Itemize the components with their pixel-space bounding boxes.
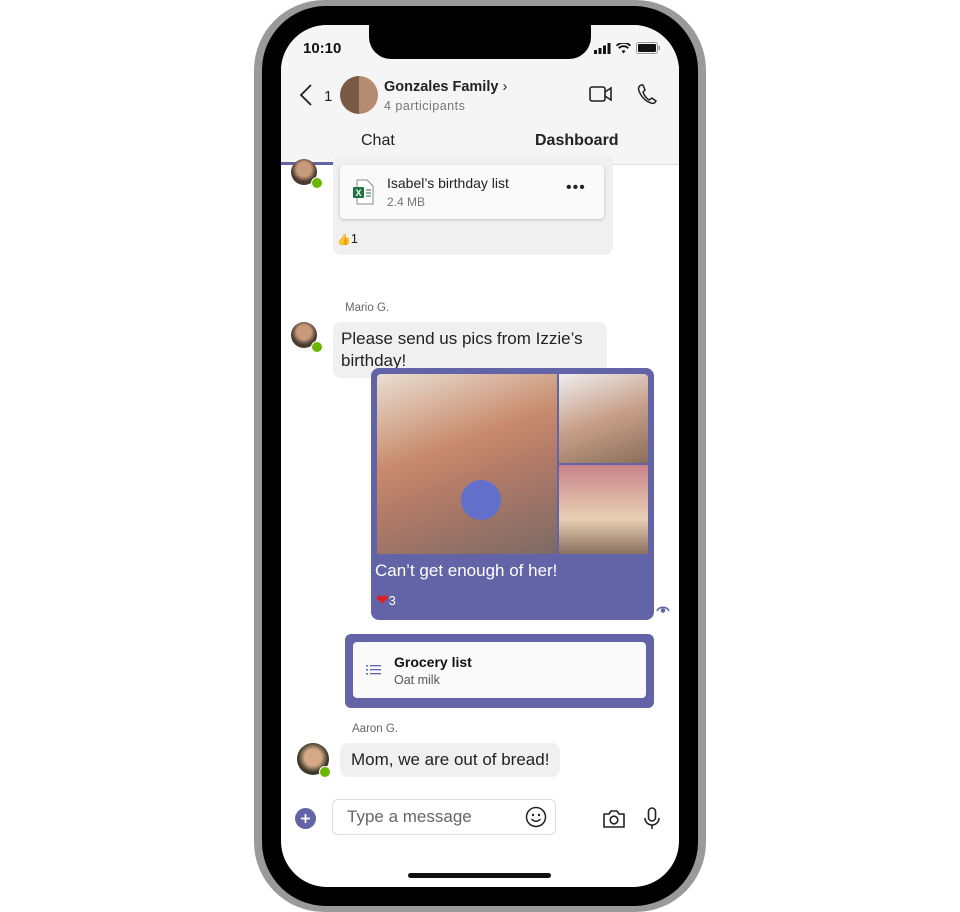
grocery-list-card[interactable]: Grocery list Oat milk xyxy=(345,634,654,708)
text-message: Mom, we are out of bread! xyxy=(340,743,561,777)
photo-thumbnail[interactable] xyxy=(559,465,648,554)
message-text: Mom, we are out of bread! xyxy=(351,750,550,769)
video-camera-icon xyxy=(589,86,612,102)
photo-main[interactable] xyxy=(377,374,557,554)
microphone-icon[interactable] xyxy=(643,807,661,831)
presence-available-icon xyxy=(311,177,323,189)
sender-name: Aaron G. xyxy=(352,723,399,735)
phone-screen: 10:10 1 Gonzales Family › 4 participants… xyxy=(281,25,679,887)
file-name: Isabel’s birthday list xyxy=(387,175,509,191)
file-message: X Isabel’s birthday list 2.4 MB ••• 👍1 xyxy=(333,155,613,255)
chevron-right-icon: › xyxy=(502,79,508,95)
home-indicator[interactable] xyxy=(408,873,551,878)
plus-icon xyxy=(301,814,310,823)
status-time: 10:10 xyxy=(303,40,342,57)
participants-count: 4 participants xyxy=(384,99,466,113)
photo-overlay-circle xyxy=(461,480,501,520)
emoji-icon[interactable] xyxy=(525,806,547,828)
photo-thumbnail[interactable] xyxy=(559,374,648,463)
photo-message: Can’t get enough of her! ❤3 xyxy=(371,368,654,620)
list-icon xyxy=(366,665,381,675)
thumbs-up-icon: 👍 xyxy=(337,234,351,246)
chat-header: 10:10 1 Gonzales Family › 4 participants… xyxy=(281,25,679,165)
add-button[interactable] xyxy=(295,808,316,829)
sender-name: Mario G. xyxy=(345,302,390,314)
more-options-button[interactable]: ••• xyxy=(566,179,586,197)
heart-icon: ❤ xyxy=(376,592,389,609)
reaction-heart[interactable]: ❤3 xyxy=(376,591,396,609)
phone-notch xyxy=(369,25,591,59)
video-call-button[interactable] xyxy=(589,85,613,108)
presence-available-icon xyxy=(311,341,323,353)
svg-text:X: X xyxy=(355,188,361,198)
message-input[interactable] xyxy=(345,806,529,828)
chat-title-text: Gonzales Family xyxy=(384,79,499,95)
card-title: Grocery list xyxy=(394,654,472,670)
card-subtitle: Oat milk xyxy=(394,673,440,687)
message-input-box[interactable] xyxy=(332,799,556,835)
reaction-count: 1 xyxy=(350,231,358,246)
compose-bar xyxy=(281,795,679,845)
tab-dashboard[interactable]: Dashboard xyxy=(535,132,619,150)
grocery-list-content: Grocery list Oat milk xyxy=(353,642,646,698)
wifi-icon xyxy=(616,42,631,53)
back-button[interactable] xyxy=(299,83,313,114)
chat-title[interactable]: Gonzales Family › xyxy=(384,79,507,95)
phone-icon xyxy=(637,84,657,105)
message-text: Please send us pics from Izzie’s birthda… xyxy=(341,329,583,370)
photo-caption: Can’t get enough of her! xyxy=(375,561,558,580)
presence-available-icon xyxy=(319,766,331,778)
reaction-like[interactable]: 👍1 xyxy=(337,231,358,246)
reaction-count: 3 xyxy=(388,593,396,608)
battery-icon xyxy=(636,42,660,54)
group-avatar[interactable] xyxy=(340,76,378,114)
tab-chat[interactable]: Chat xyxy=(361,132,395,150)
eye-icon xyxy=(656,606,670,613)
chat-messages[interactable]: X Isabel’s birthday list 2.4 MB ••• 👍1 M… xyxy=(281,155,679,805)
audio-call-button[interactable] xyxy=(637,83,657,110)
chevron-left-icon xyxy=(299,84,312,106)
camera-icon[interactable] xyxy=(602,809,626,829)
file-size: 2.4 MB xyxy=(387,195,426,209)
file-card[interactable]: X Isabel’s birthday list 2.4 MB ••• xyxy=(340,165,604,219)
status-icons xyxy=(594,42,661,54)
unread-count: 1 xyxy=(324,88,333,105)
excel-file-icon: X xyxy=(353,179,374,205)
signal-icon xyxy=(594,42,611,54)
